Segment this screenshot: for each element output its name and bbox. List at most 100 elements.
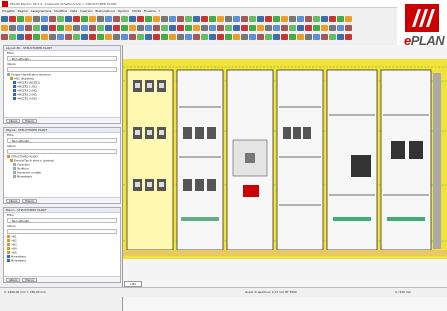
toolbar-button[interactable] [40,15,48,22]
toolbar-button[interactable] [104,15,112,22]
toolbar-button[interactable] [192,24,200,31]
tab-list[interactable]: Elenco [22,119,37,123]
toolbar-button[interactable] [320,24,328,31]
toolbar-button[interactable] [160,33,168,40]
toolbar-button[interactable] [136,15,144,22]
toolbar-button[interactable] [328,24,336,31]
toolbar-button[interactable] [80,24,88,31]
toolbar-button[interactable] [344,33,352,40]
toolbar-button[interactable] [312,15,320,22]
toolbar-button[interactable] [240,33,248,40]
toolbar-button[interactable] [88,15,96,22]
toolbar-button[interactable] [288,24,296,31]
filter-select[interactable]: - Non attivato - [7,56,117,61]
toolbar-button[interactable] [328,15,336,22]
toolbar-button[interactable] [192,33,200,40]
toolbar-button[interactable] [328,33,336,40]
toolbar-button[interactable] [232,33,240,40]
toolbar-button[interactable] [304,15,312,22]
toolbar-button[interactable] [280,15,288,22]
toolbar-button[interactable] [48,33,56,40]
tab-tree[interactable]: Albero [6,278,21,282]
toolbar-button[interactable] [152,15,160,22]
toolbar-button[interactable] [8,24,16,31]
toolbar-button[interactable] [0,24,8,31]
toolbar-button[interactable] [112,15,120,22]
value-input[interactable] [7,229,117,234]
toolbar-button[interactable] [40,33,48,40]
toolbar-button[interactable] [216,15,224,22]
toolbar-button[interactable] [312,33,320,40]
toolbar-button[interactable] [136,33,144,40]
toolbar-button[interactable] [32,33,40,40]
toolbar-button[interactable] [256,33,264,40]
toolbar-button[interactable] [144,24,152,31]
toolbar-button[interactable] [280,33,288,40]
toolbar-button[interactable] [288,33,296,40]
toolbar-button[interactable] [248,33,256,40]
toolbar-button[interactable] [128,33,136,40]
toolbar-button[interactable] [96,33,104,40]
toolbar-button[interactable] [296,15,304,22]
toolbar-button[interactable] [24,24,32,31]
toolbar-button[interactable] [200,24,208,31]
toolbar-button[interactable] [0,15,8,22]
toolbar-button[interactable] [112,33,120,40]
toolbar-button[interactable] [72,15,80,22]
toolbar-button[interactable] [224,33,232,40]
toolbar-button[interactable] [176,24,184,31]
toolbar-button[interactable] [320,15,328,22]
toolbar-button[interactable] [216,33,224,40]
toolbar-button[interactable] [280,24,288,31]
toolbar-button[interactable] [200,15,208,22]
toolbar-button[interactable] [88,24,96,31]
value-input[interactable] [7,149,117,154]
toolbar-button[interactable] [40,24,48,31]
toolbar-button[interactable] [160,24,168,31]
toolbar-button[interactable] [24,33,32,40]
toolbar-button[interactable] [80,15,88,22]
toolbar-button[interactable] [296,24,304,31]
toolbar-button[interactable] [48,24,56,31]
toolbar-button[interactable] [248,24,256,31]
tab-list[interactable]: Elenco [22,278,37,282]
toolbar-button[interactable] [248,15,256,22]
toolbar-button[interactable] [272,24,280,31]
toolbar-button[interactable] [264,33,272,40]
toolbar-button[interactable] [256,24,264,31]
toolbar-button[interactable] [8,15,16,22]
toolbar-button[interactable] [200,33,208,40]
toolbar-button[interactable] [288,15,296,22]
toolbar-button[interactable] [96,15,104,22]
filter-select[interactable]: - Non attivato - [7,138,117,143]
toolbar-button[interactable] [88,33,96,40]
toolbar-button[interactable] [96,24,104,31]
toolbar-button[interactable] [16,15,24,22]
value-input[interactable] [7,67,117,72]
toolbar-button[interactable] [104,33,112,40]
toolbar-button[interactable] [16,33,24,40]
toolbar-button[interactable] [136,24,144,31]
toolbar-button[interactable] [48,15,56,22]
toolbar-button[interactable] [240,15,248,22]
tab-tree[interactable]: Albero [6,199,21,203]
toolbar-button[interactable] [120,24,128,31]
toolbar-button[interactable] [32,24,40,31]
toolbar-button[interactable] [232,24,240,31]
toolbar-button[interactable] [208,15,216,22]
toolbar-button[interactable] [64,15,72,22]
toolbar-button[interactable] [24,15,32,22]
toolbar-button[interactable] [336,24,344,31]
toolbar-button[interactable] [264,15,272,22]
toolbar-button[interactable] [176,15,184,22]
toolbar-button[interactable] [184,15,192,22]
toolbar-button[interactable] [256,15,264,22]
toolbar-button[interactable] [184,24,192,31]
toolbar-button[interactable] [240,24,248,31]
layout-canvas[interactable] [122,45,447,311]
toolbar-button[interactable] [272,15,280,22]
toolbar-button[interactable] [304,24,312,31]
toolbar-button[interactable] [56,24,64,31]
tree-item[interactable]: =NCZR1.4 (NC) [7,97,120,101]
filter-select[interactable]: - Non attivato - [7,218,117,223]
